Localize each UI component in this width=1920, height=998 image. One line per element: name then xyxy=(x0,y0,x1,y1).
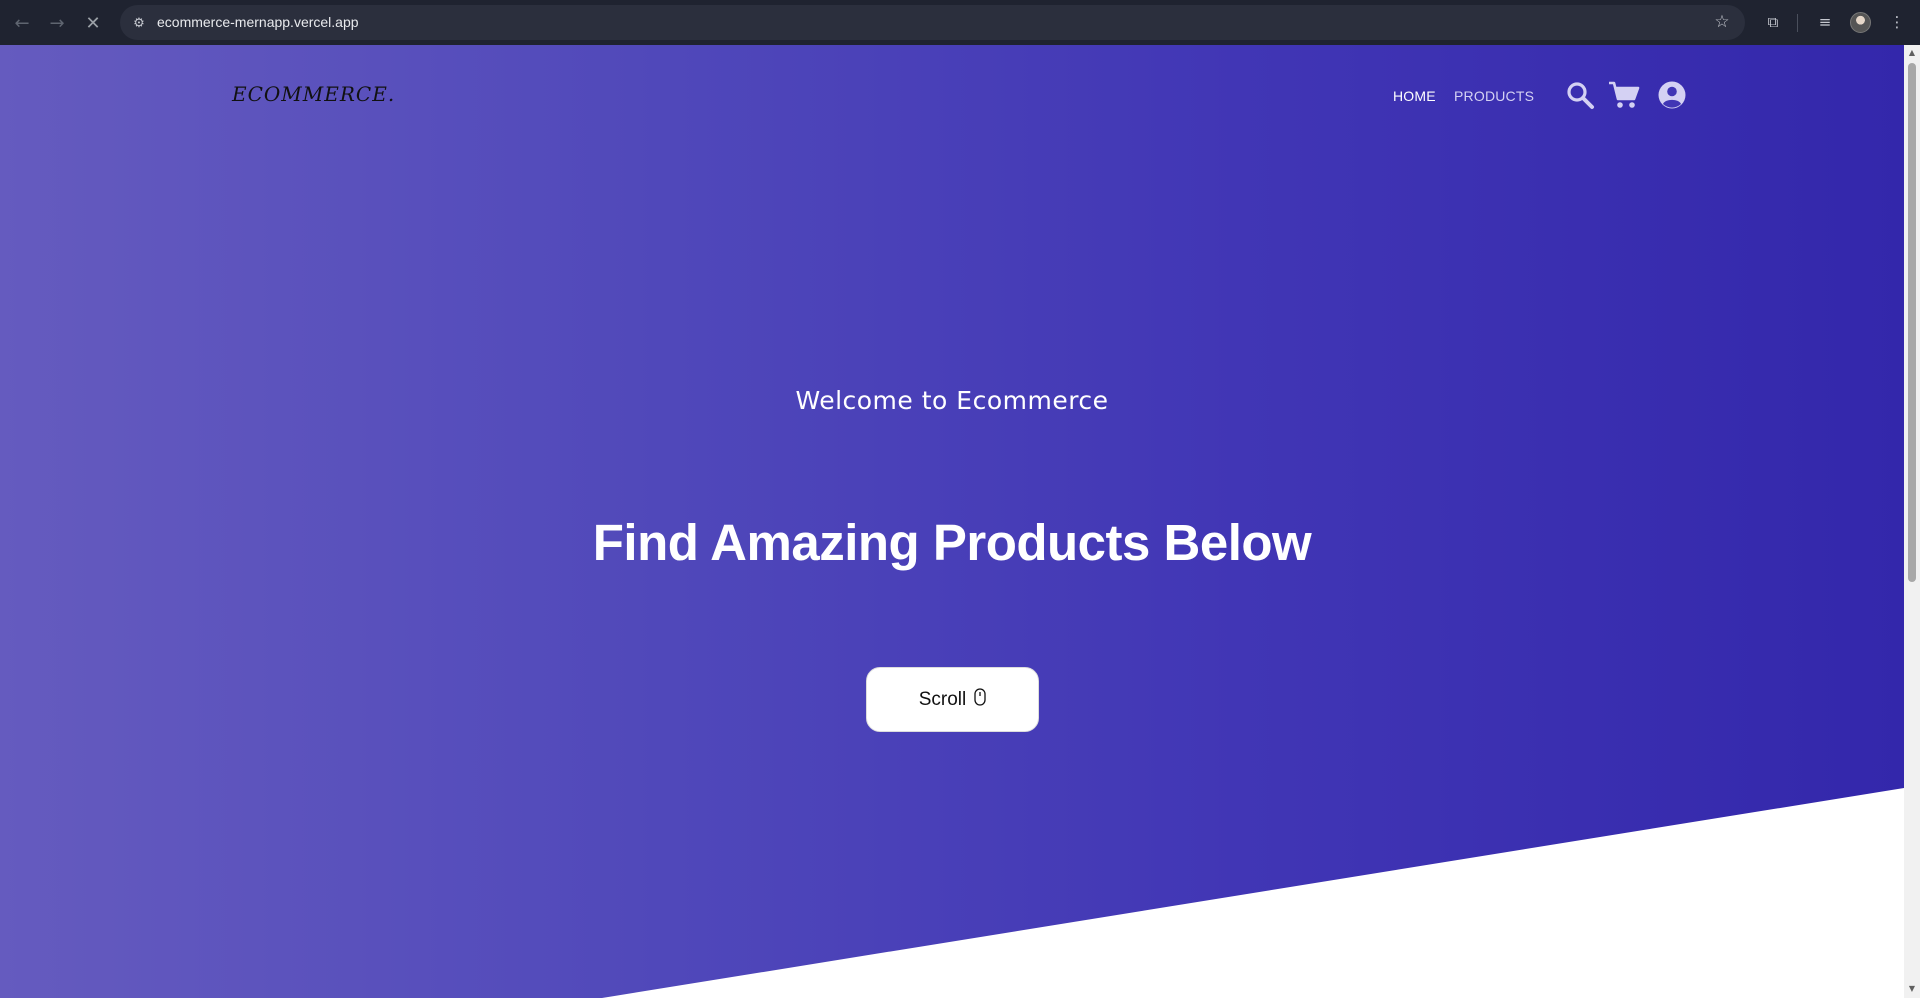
scroll-button-label: Scroll xyxy=(918,688,967,710)
nav-home-link[interactable]: HOME xyxy=(1393,88,1436,104)
bookmark-star-icon[interactable]: ☆ xyxy=(1711,11,1733,33)
scroll-button[interactable]: Scroll xyxy=(866,667,1039,732)
mouse-icon xyxy=(974,687,986,706)
url-text[interactable]: ecommerce-mernapp.vercel.app xyxy=(157,14,359,30)
hero-section: ECOMMERCE. HOME PRODUCTS Welcome to Ecom… xyxy=(0,45,1904,998)
scroll-up-arrow-icon[interactable]: ▲ xyxy=(1907,48,1917,58)
brand-logo[interactable]: ECOMMERCE. xyxy=(232,82,395,106)
page-scrollbar[interactable]: ▲ ▼ xyxy=(1904,45,1920,998)
forward-icon[interactable]: → xyxy=(43,9,71,37)
search-icon[interactable] xyxy=(1565,80,1595,110)
nav-products-link[interactable]: PRODUCTS xyxy=(1454,88,1534,104)
cart-icon[interactable] xyxy=(1608,80,1640,110)
browser-toolbar: ← → ✕ ⚙ ecommerce-mernapp.vercel.app ☆ ⧉… xyxy=(0,0,1920,45)
profile-avatar[interactable] xyxy=(1850,12,1871,33)
hero-title: Find Amazing Products Below xyxy=(592,514,1312,571)
back-icon[interactable]: ← xyxy=(8,9,36,37)
toolbar-divider xyxy=(1797,14,1798,32)
scrollbar-thumb[interactable] xyxy=(1908,63,1916,582)
welcome-text: Welcome to Ecommerce xyxy=(795,386,1109,415)
site-info-icon[interactable]: ⚙ xyxy=(130,14,148,32)
account-icon[interactable] xyxy=(1657,80,1687,110)
menu-icon[interactable]: ⋮ xyxy=(1884,9,1910,35)
scroll-down-arrow-icon[interactable]: ▼ xyxy=(1907,984,1917,994)
address-bar[interactable]: ⚙ ecommerce-mernapp.vercel.app ☆ xyxy=(120,5,1745,40)
stop-loading-icon[interactable]: ✕ xyxy=(79,9,107,37)
media-controls-icon[interactable]: ≡ xyxy=(1812,9,1838,35)
extensions-icon[interactable]: ⧉ xyxy=(1760,9,1786,35)
